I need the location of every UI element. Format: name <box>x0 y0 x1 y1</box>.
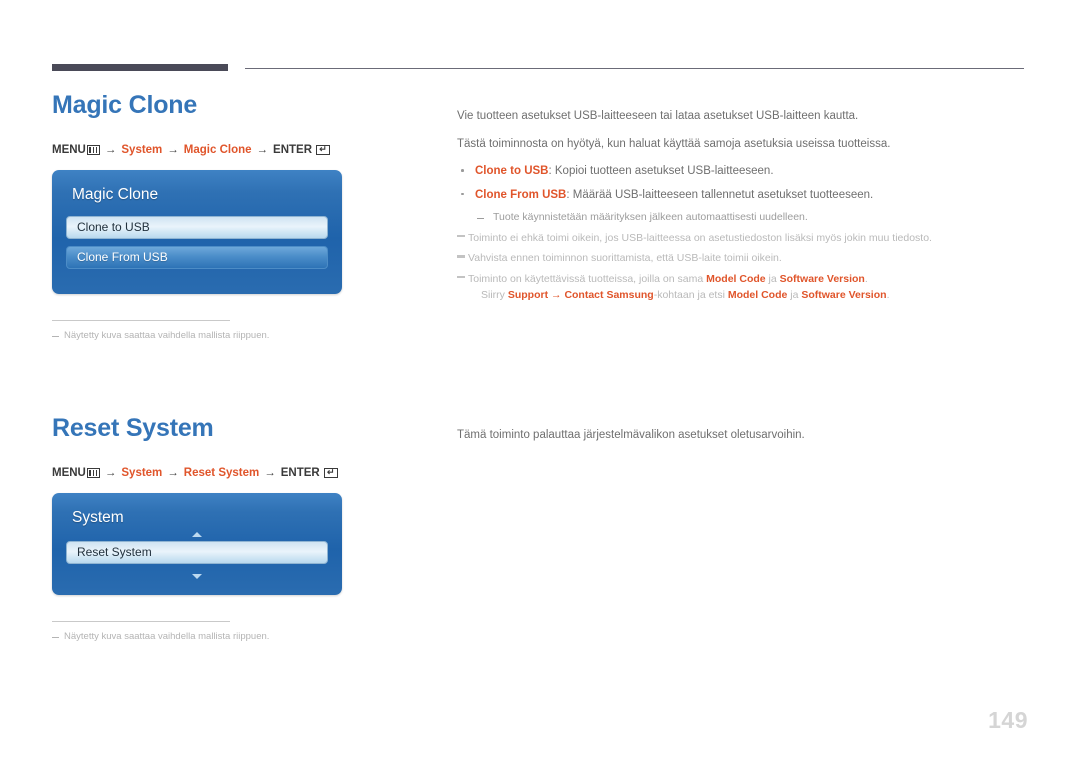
list-item: Clone to USB: Kopioi tuotteen asetukset … <box>457 163 1032 180</box>
note-line2-end: . <box>886 288 890 301</box>
breadcrumb-magic-clone: MENU → System → Magic Clone → ENTER ↵ <box>52 144 432 156</box>
note-support: Support <box>507 288 549 301</box>
note-line2-mid2: ja <box>787 288 802 301</box>
note-model-code-2: Model Code <box>727 288 788 301</box>
bullet-dot-icon <box>457 163 475 180</box>
footnote-text: Näytetty kuva saattaa vaihdella mallista… <box>64 329 270 341</box>
osd-item-clone-from-usb[interactable]: Clone From USB <box>66 245 328 269</box>
section-reset-system-right: Tämä toiminto palauttaa järjestelmävalik… <box>457 415 1032 454</box>
footnote-text: Näytetty kuva saattaa vaihdella mallista… <box>64 630 270 642</box>
header-rule-thin <box>245 68 1024 69</box>
menu-grid-icon <box>86 467 100 478</box>
note-text: Toiminto ei ehkä toimi oikein, jos USB-l… <box>468 231 932 244</box>
footnote-rule <box>52 319 230 321</box>
osd-title-system: System <box>72 508 124 526</box>
bullet-rest: : Kopioi tuotteen asetukset USB-laittees… <box>548 165 774 178</box>
note-row: Vahvista ennen toiminnon suorittamista, … <box>457 251 1032 267</box>
sub-note-dash-icon <box>477 210 493 226</box>
osd-item-reset-system[interactable]: Reset System <box>66 540 328 564</box>
section-magic-clone-right: Vie tuotteen asetukset USB-laitteeseen t… <box>457 96 1032 309</box>
document-page: Magic Clone MENU → System → Magic Clone … <box>0 0 1080 763</box>
note-dash-icon <box>457 272 468 304</box>
breadcrumb-menu-label: MENU <box>52 143 86 156</box>
breadcrumb-arrow-2: → <box>167 466 179 479</box>
osd-item-clone-to-usb[interactable]: Clone to USB <box>66 215 328 239</box>
note-dash-icon <box>457 251 468 267</box>
breadcrumb-arrow-2: → <box>167 143 179 156</box>
body-paragraph-reset-system: Tämä toiminto palauttaa järjestelmävalik… <box>457 428 805 441</box>
note-line1-end: . <box>864 273 868 286</box>
osd-title-magic-clone: Magic Clone <box>72 185 159 203</box>
breadcrumb-crumb-reset-system[interactable]: Reset System <box>184 467 259 479</box>
breadcrumb-crumb-magic-clone[interactable]: Magic Clone <box>184 144 252 156</box>
footnote-magic-clone: Näytetty kuva saattaa vaihdella mallista… <box>52 319 342 342</box>
bullet-rest: : Määrää USB-laitteeseen tallennetut ase… <box>566 188 874 201</box>
footnote-dash-icon <box>52 335 59 337</box>
osd-scroll-down[interactable] <box>66 571 328 583</box>
note-contact-samsung: Contact Samsung <box>564 288 654 301</box>
note-line2-mid: -kohtaan ja etsi <box>653 288 728 301</box>
breadcrumb-menu-label: MENU <box>52 466 86 479</box>
page-title-magic-clone: Magic Clone <box>52 91 198 119</box>
header-rule-thick <box>52 64 228 71</box>
bullet-text: Clone to USB: Kopioi tuotteen asetukset … <box>475 163 774 180</box>
triangle-down-icon <box>192 574 202 579</box>
breadcrumb-crumb-system[interactable]: System <box>121 467 162 479</box>
note-row-model-code: Toiminto on käytettävissä tuotteissa, jo… <box>457 272 1032 304</box>
footnote-text-row: Näytetty kuva saattaa vaihdella mallista… <box>52 330 342 342</box>
triangle-up-icon <box>192 532 202 537</box>
page-title-reset-system: Reset System <box>52 414 214 442</box>
note-software-version-2: Software Version <box>801 288 887 301</box>
page-number: 149 <box>988 707 1028 733</box>
osd-menu-magic-clone: Magic Clone Clone to USB Clone From USB <box>52 169 342 294</box>
bullet-list-magic-clone: Clone to USB: Kopioi tuotteen asetukset … <box>457 163 1032 204</box>
note-line1-mid: ja <box>765 273 780 286</box>
body-paragraph-2: Tästä toiminnosta on hyötyä, kun haluat … <box>457 137 891 150</box>
note-line1-pre: Toiminto on käytettävissä tuotteissa, jo… <box>468 273 707 286</box>
note-text-rich: Toiminto on käytettävissä tuotteissa, jo… <box>468 272 1032 304</box>
osd-scroll-up[interactable] <box>66 529 328 541</box>
body-paragraph-1: Vie tuotteen asetukset USB-laitteeseen t… <box>457 109 859 122</box>
osd-item-label: Clone to USB <box>77 220 150 234</box>
breadcrumb-enter-label: ENTER <box>273 143 313 156</box>
section-magic-clone-left: Magic Clone MENU → System → Magic Clone … <box>52 91 432 342</box>
sub-note-row: Tuote käynnistetään määrityksen jälkeen … <box>477 210 1032 226</box>
bullet-term: Clone From USB <box>475 188 567 201</box>
osd-item-label: Reset System <box>77 545 152 559</box>
sub-note-text: Tuote käynnistetään määrityksen jälkeen … <box>493 210 808 223</box>
note-row: Toiminto ei ehkä toimi oikein, jos USB-l… <box>457 231 1032 247</box>
bullet-dot-icon <box>457 187 475 204</box>
bullet-term: Clone to USB <box>475 165 549 178</box>
breadcrumb-enter-label: ENTER <box>280 466 320 479</box>
list-item: Clone From USB: Määrää USB-laitteeseen t… <box>457 187 1032 204</box>
breadcrumb-arrow-1: → <box>104 466 117 479</box>
enter-return-icon: ↵ <box>316 144 331 155</box>
breadcrumb-crumb-system[interactable]: System <box>121 144 162 156</box>
note-model-code-1: Model Code <box>706 273 766 286</box>
note-line2-pre: Siirry <box>481 288 508 301</box>
page-header-rules <box>0 0 1080 71</box>
bullet-text: Clone From USB: Määrää USB-laitteeseen t… <box>475 187 873 204</box>
breadcrumb-arrow-3: → <box>256 143 269 156</box>
note-software-version-1: Software Version <box>779 273 865 286</box>
footnote-dash-icon <box>52 636 59 638</box>
note-line2: Siirry Support → Contact Samsung-kohtaan… <box>468 288 1032 304</box>
note-text: Vahvista ennen toiminnon suorittamista, … <box>468 252 782 265</box>
osd-item-label: Clone From USB <box>77 250 168 264</box>
menu-grid-icon <box>86 144 100 155</box>
enter-return-icon: ↵ <box>323 467 338 478</box>
footnote-rule <box>52 620 230 622</box>
osd-menu-system: System Reset System <box>52 492 342 595</box>
note-line2-arrow: → <box>548 288 565 301</box>
footnote-reset-system: Näytetty kuva saattaa vaihdella mallista… <box>52 620 342 643</box>
breadcrumb-arrow-3: → <box>264 466 276 479</box>
footnote-text-row: Näytetty kuva saattaa vaihdella mallista… <box>52 631 342 643</box>
note-dash-icon <box>457 231 468 247</box>
breadcrumb-arrow-1: → <box>104 143 117 156</box>
breadcrumb-reset-system: MENU → System → Reset System → ENTER ↵ <box>52 467 432 479</box>
section-reset-system-left: Reset System MENU → System → Reset Syste… <box>52 414 432 643</box>
